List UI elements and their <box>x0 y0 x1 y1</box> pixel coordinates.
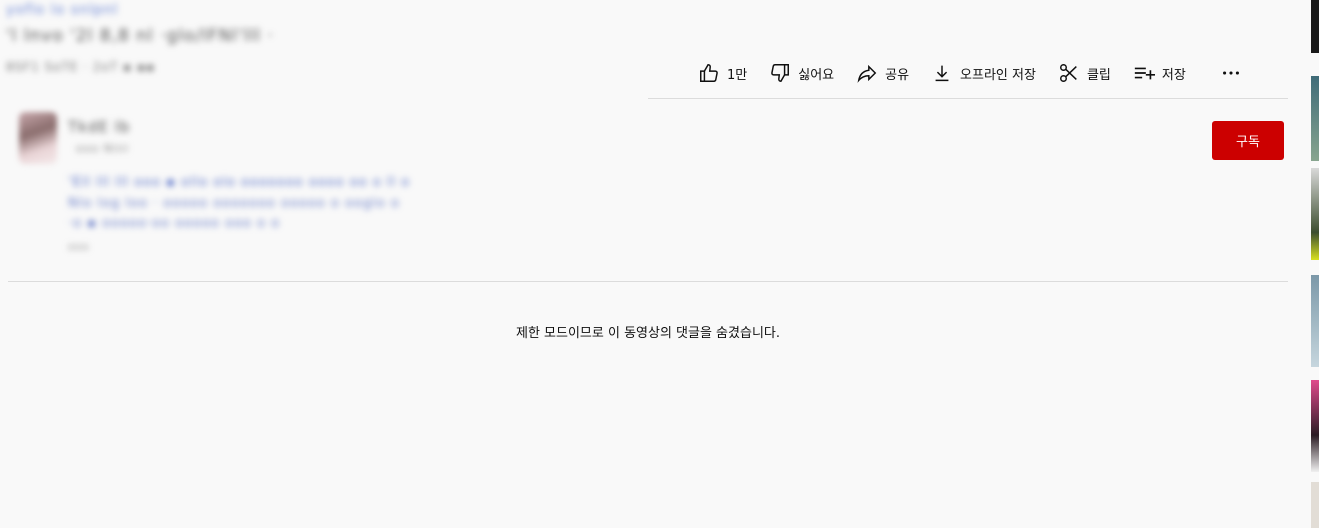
share-label: 공유 <box>885 67 910 83</box>
download-label: 오프라인 저장 <box>960 67 1036 83</box>
sidebar-thumbnail[interactable] <box>1311 275 1319 367</box>
save-button[interactable]: 저장 <box>1133 60 1186 86</box>
channel-name[interactable]: TkdE lb <box>68 118 130 136</box>
video-channel-link[interactable]: yoflo lo snlpnl <box>6 2 118 18</box>
dislike-label: 싫어요 <box>798 67 835 83</box>
description-line-3: ·o ▪ ooooo·oo ooooo ooo o o <box>68 216 281 231</box>
subscribe-button[interactable]: 구독 <box>1212 121 1284 160</box>
like-count: 1만 <box>727 67 748 83</box>
share-button[interactable]: 공유 <box>856 60 909 86</box>
restricted-mode-message: 제한 모드이므로 이 동영상의 댓글을 숨겼습니다. <box>516 326 780 341</box>
more-actions-button[interactable] <box>1220 60 1249 86</box>
sidebar-thumbnail[interactable] <box>1311 482 1319 528</box>
download-button[interactable]: 오프라인 저장 <box>931 60 1036 86</box>
thumbs-down-icon <box>771 64 790 82</box>
clip-button[interactable]: 클립 <box>1058 60 1111 86</box>
subscriber-count: ooo Nlnl <box>76 142 129 155</box>
like-button[interactable]: 1만 <box>698 60 747 86</box>
playlist-add-icon <box>1134 67 1155 80</box>
scissors-icon <box>1059 64 1077 82</box>
action-divider <box>648 98 1288 99</box>
comments-divider <box>8 281 1288 282</box>
thumbs-up-icon <box>700 64 718 82</box>
sidebar-thumbnail[interactable] <box>1311 380 1319 472</box>
description-line-2: Nlo log loo · ooooo ooooooo ooooo o oogl… <box>68 196 400 211</box>
clip-label: 클립 <box>1086 67 1111 83</box>
channel-avatar[interactable] <box>19 112 57 164</box>
sidebar-thumbnail[interactable] <box>1311 0 1319 53</box>
show-more-link[interactable]: ooo <box>68 242 89 253</box>
sidebar-thumbnail[interactable] <box>1311 168 1319 260</box>
dislike-button[interactable]: 싫어요 <box>769 60 834 86</box>
video-action-bar: 1만 싫어요 공유 오프라인 저장 클립 저장 <box>698 60 1249 86</box>
download-icon <box>935 65 949 82</box>
share-icon <box>857 64 877 83</box>
sidebar-thumbnail[interactable] <box>1311 76 1319 161</box>
video-title: 'l lnvo '2l 8,8 nl ·glo/lFNl'lll · <box>6 26 274 46</box>
video-meta: 8SF1 SoTE · 2oT ▪ ▪▪ <box>6 60 156 74</box>
description-line-1: 'Ell lll lll ooo ▪ ollo olo ooooooo oooo… <box>68 175 411 190</box>
save-label: 저장 <box>1161 67 1186 83</box>
more-horizontal-icon <box>1222 71 1239 75</box>
